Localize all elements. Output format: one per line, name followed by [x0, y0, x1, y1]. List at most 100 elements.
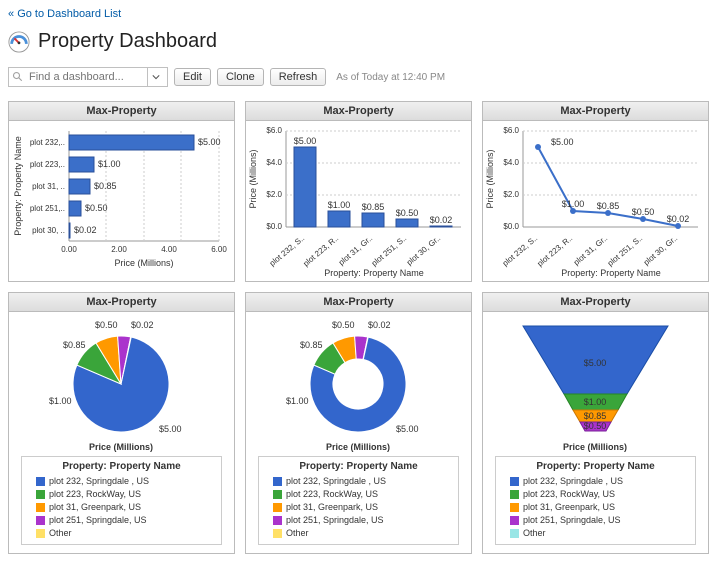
- svg-text:Property: Property Name: Property: Property Name: [561, 268, 661, 278]
- donut-chart: $5.00 $1.00 $0.85 $0.50 $0.02 Price (Mil…: [246, 312, 471, 452]
- back-label: Go to Dashboard List: [17, 8, 121, 20]
- funnel-chart: $5.00 $1.00 $0.85 $0.50 Price (Millions): [483, 312, 708, 452]
- timestamp: As of Today at 12:40 PM: [336, 72, 445, 83]
- svg-text:Property: Property Name: Property: Property Name: [13, 136, 23, 236]
- svg-text:$0.02: $0.02: [74, 225, 97, 235]
- svg-text:$5.00: $5.00: [584, 358, 607, 368]
- svg-text:$5.00: $5.00: [551, 137, 574, 147]
- svg-text:$2.0: $2.0: [503, 190, 519, 199]
- panel-hbar: Max-Property $5.00 $1.00 $0.85: [8, 101, 235, 282]
- panel-title: Max-Property: [246, 102, 471, 121]
- svg-text:plot 31, ..: plot 31, ..: [32, 182, 65, 191]
- svg-text:$5.00: $5.00: [198, 137, 221, 147]
- svg-text:plot 232,..: plot 232,..: [30, 138, 65, 147]
- svg-text:plot 31, Gr..: plot 31, Gr..: [337, 234, 374, 267]
- refresh-button[interactable]: Refresh: [270, 68, 327, 86]
- panel-pie: Max-Property $5.00 $1.00 $0.85 $0.50 $0.…: [8, 292, 235, 554]
- svg-text:$0.02: $0.02: [667, 214, 690, 224]
- gauge-icon: [8, 31, 30, 53]
- legend: Property: Property Name plot 232, Spring…: [495, 456, 696, 545]
- chevron-down-icon[interactable]: [147, 68, 163, 86]
- svg-text:$4.0: $4.0: [266, 158, 282, 167]
- svg-text:plot 251, S..: plot 251, S..: [370, 234, 408, 268]
- panel-funnel: Max-Property $5.00 $1.00 $0.85 $0.50 Pri…: [482, 292, 709, 554]
- legend: Property: Property Name plot 232, Spring…: [21, 456, 222, 545]
- svg-text:$0.50: $0.50: [85, 203, 108, 213]
- svg-text:$0.02: $0.02: [430, 215, 453, 225]
- svg-text:2.00: 2.00: [111, 245, 127, 254]
- svg-text:plot 251,..: plot 251,..: [30, 204, 65, 213]
- svg-text:$0.85: $0.85: [94, 181, 117, 191]
- svg-text:plot 223, R..: plot 223, R..: [301, 234, 340, 269]
- svg-text:$0.0: $0.0: [266, 222, 282, 231]
- svg-text:$0.50: $0.50: [584, 421, 607, 431]
- svg-text:$0.02: $0.02: [131, 320, 154, 330]
- svg-text:plot 30, Gr..: plot 30, Gr..: [405, 234, 442, 267]
- svg-text:6.00: 6.00: [211, 245, 227, 254]
- svg-text:$0.85: $0.85: [597, 201, 620, 211]
- panel-vbar: Max-Property $5.00 $1.00 $0.85 $0.50 $0.…: [245, 101, 472, 282]
- svg-text:plot 232, S..: plot 232, S..: [268, 234, 306, 268]
- svg-text:$0.50: $0.50: [632, 207, 655, 217]
- search-input[interactable]: [27, 71, 147, 83]
- svg-text:plot 223,..: plot 223,..: [30, 160, 65, 169]
- search-icon: [12, 71, 24, 83]
- clone-button[interactable]: Clone: [217, 68, 264, 86]
- legend: Property: Property Name plot 232, Spring…: [258, 456, 459, 545]
- panel-title: Max-Property: [483, 293, 708, 312]
- svg-text:plot 31, Gr..: plot 31, Gr..: [572, 234, 609, 267]
- svg-text:$0.85: $0.85: [584, 411, 607, 421]
- toolbar: Edit Clone Refresh As of Today at 12:40 …: [8, 67, 719, 87]
- panel-title: Max-Property: [246, 293, 471, 312]
- svg-text:Price (Millions): Price (Millions): [114, 258, 173, 268]
- svg-text:$0.85: $0.85: [63, 340, 86, 350]
- panel-line: Max-Property $5.00 $1.00 $0.85 $0.50 $0.…: [482, 101, 709, 282]
- panel-donut: Max-Property $5.00 $1.00 $0.85 $0.50 $0.…: [245, 292, 472, 554]
- svg-text:Price (Millions): Price (Millions): [485, 149, 495, 208]
- svg-text:$6.0: $6.0: [503, 126, 519, 135]
- svg-text:$0.0: $0.0: [503, 222, 519, 231]
- page-title: Property Dashboard: [38, 30, 217, 53]
- pie-chart: $5.00 $1.00 $0.85 $0.50 $0.02 Price (Mil…: [9, 312, 234, 452]
- svg-text:$0.50: $0.50: [95, 320, 118, 330]
- vbar-chart: $5.00 $1.00 $0.85 $0.50 $0.02 $0.0 $2.0 …: [246, 121, 471, 281]
- svg-text:plot 251, S..: plot 251, S..: [606, 234, 644, 268]
- svg-text:$5.00: $5.00: [396, 424, 419, 434]
- svg-text:plot 30, ..: plot 30, ..: [32, 226, 65, 235]
- svg-text:$1.00: $1.00: [286, 396, 309, 406]
- svg-text:0.00: 0.00: [61, 245, 77, 254]
- svg-text:$0.02: $0.02: [368, 320, 391, 330]
- panel-title: Max-Property: [483, 102, 708, 121]
- svg-text:Price (Millions): Price (Millions): [326, 442, 390, 452]
- dashboard-search[interactable]: [8, 67, 168, 87]
- panel-title: Max-Property: [9, 102, 234, 121]
- svg-text:$1.00: $1.00: [584, 397, 607, 407]
- svg-text:$0.50: $0.50: [332, 320, 355, 330]
- svg-text:4.00: 4.00: [161, 245, 177, 254]
- hbar-chart: $5.00 $1.00 $0.85 $0.50 $0.02 plot 232,.…: [9, 121, 234, 281]
- svg-text:$5.00: $5.00: [159, 424, 182, 434]
- back-prefix: «: [8, 8, 17, 20]
- svg-text:$1.00: $1.00: [98, 159, 121, 169]
- svg-text:Price (Millions): Price (Millions): [248, 149, 258, 208]
- svg-text:$0.85: $0.85: [362, 202, 385, 212]
- svg-text:$1.00: $1.00: [328, 200, 351, 210]
- svg-text:Property: Property Name: Property: Property Name: [324, 268, 424, 278]
- panel-title: Max-Property: [9, 293, 234, 312]
- svg-text:$4.0: $4.0: [503, 158, 519, 167]
- svg-text:$6.0: $6.0: [266, 126, 282, 135]
- svg-text:$0.50: $0.50: [396, 208, 419, 218]
- svg-text:plot 223, R..: plot 223, R..: [535, 234, 574, 269]
- svg-text:$1.00: $1.00: [49, 396, 72, 406]
- svg-text:plot 30, Gr..: plot 30, Gr..: [642, 234, 679, 267]
- svg-text:Price (Millions): Price (Millions): [563, 442, 627, 452]
- svg-text:$0.85: $0.85: [300, 340, 323, 350]
- svg-text:$1.00: $1.00: [562, 199, 585, 209]
- svg-text:$2.0: $2.0: [266, 190, 282, 199]
- edit-button[interactable]: Edit: [174, 68, 211, 86]
- svg-text:plot 232, S..: plot 232, S..: [501, 234, 539, 268]
- svg-text:Price (Millions): Price (Millions): [89, 442, 153, 452]
- back-link[interactable]: « Go to Dashboard List: [8, 8, 121, 20]
- line-chart: $5.00 $1.00 $0.85 $0.50 $0.02 $0.0 $2.0 …: [483, 121, 708, 281]
- svg-text:$5.00: $5.00: [294, 136, 317, 146]
